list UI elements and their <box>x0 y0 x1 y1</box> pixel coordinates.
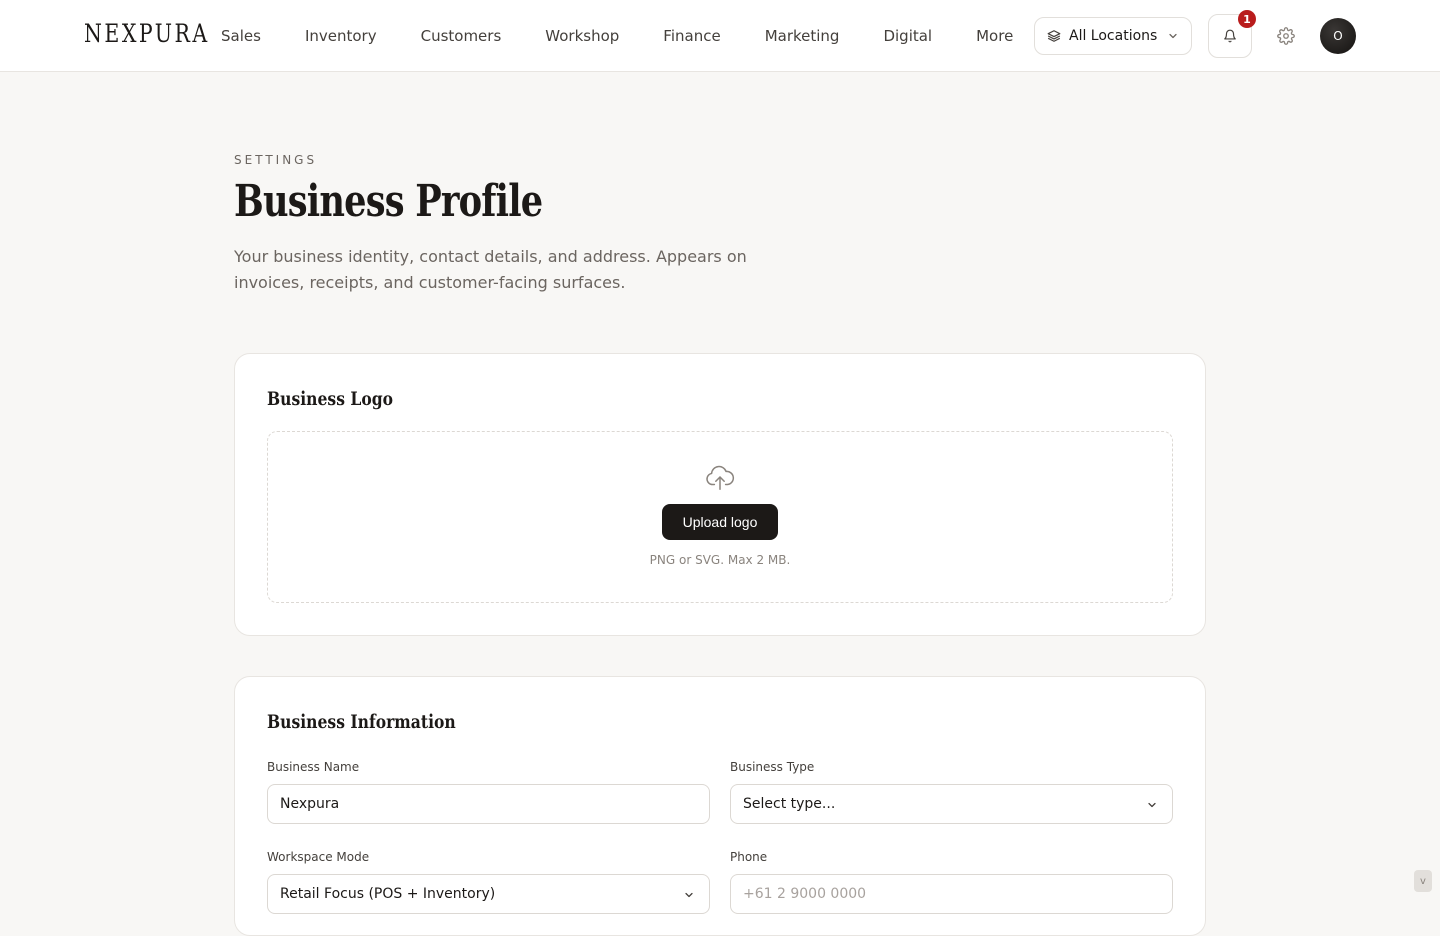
nav-item-digital[interactable]: Digital <box>861 27 954 45</box>
business-type-value: Select type... <box>743 796 836 812</box>
location-selector[interactable]: All Locations <box>1034 17 1192 55</box>
chevron-down-icon <box>1169 33 1177 39</box>
layers-icon <box>1047 30 1061 42</box>
nav-item-sales[interactable]: Sales <box>199 27 283 45</box>
location-selector-label: All Locations <box>1069 28 1158 44</box>
phone-input[interactable] <box>730 874 1173 914</box>
nav-item-customers[interactable]: Customers <box>399 27 524 45</box>
business-logo-card: Business Logo Upload logo PNG or SVG. Ma… <box>234 353 1206 636</box>
nav-item-workshop[interactable]: Workshop <box>523 27 641 45</box>
page-description: Your business identity, contact details,… <box>234 247 747 292</box>
page-title: Business Profile <box>234 176 543 227</box>
scroll-down-button[interactable]: v <box>1414 870 1432 892</box>
nav-item-finance[interactable]: Finance <box>641 27 742 45</box>
card-title: Business Logo <box>267 388 394 410</box>
settings-button[interactable] <box>1274 24 1298 48</box>
chevron-down-icon <box>1148 802 1156 808</box>
chevron-down-icon <box>685 892 693 898</box>
user-avatar[interactable]: O <box>1320 18 1356 54</box>
workspace-mode-label: Workspace Mode <box>267 850 370 864</box>
business-name-label: Business Name <box>267 760 360 774</box>
gear-icon <box>1277 27 1295 45</box>
business-type-select[interactable]: Select type... <box>730 784 1173 824</box>
brand-logo[interactable]: NEXPURA <box>84 19 210 48</box>
business-name-input[interactable] <box>267 784 710 824</box>
page-eyebrow: SETTINGS <box>234 153 318 167</box>
card-title: Business Information <box>267 711 456 733</box>
phone-label: Phone <box>730 850 768 864</box>
nav-item-more[interactable]: More <box>954 27 1035 45</box>
nav-item-marketing[interactable]: Marketing <box>743 27 862 45</box>
upload-logo-button[interactable]: Upload logo <box>662 504 778 540</box>
main-nav: Sales Inventory Customers Workshop Finan… <box>199 0 1035 72</box>
nav-item-inventory[interactable]: Inventory <box>283 27 399 45</box>
top-navigation-bar: NEXPURA Sales Inventory Customers Worksh… <box>0 0 1440 72</box>
workspace-mode-select[interactable]: Retail Focus (POS + Inventory) <box>267 874 710 914</box>
cloud-upload-icon <box>706 465 735 490</box>
bell-icon <box>1224 29 1236 43</box>
business-type-label: Business Type <box>730 760 815 774</box>
notification-count-badge: 1 <box>1238 10 1256 28</box>
business-information-card: Business Information Business Name Busin… <box>234 676 1206 936</box>
notifications-button[interactable]: 1 <box>1208 10 1256 58</box>
logo-dropzone[interactable]: Upload logo PNG or SVG. Max 2 MB. <box>267 431 1173 603</box>
upload-hint: PNG or SVG. Max 2 MB. <box>649 553 791 567</box>
